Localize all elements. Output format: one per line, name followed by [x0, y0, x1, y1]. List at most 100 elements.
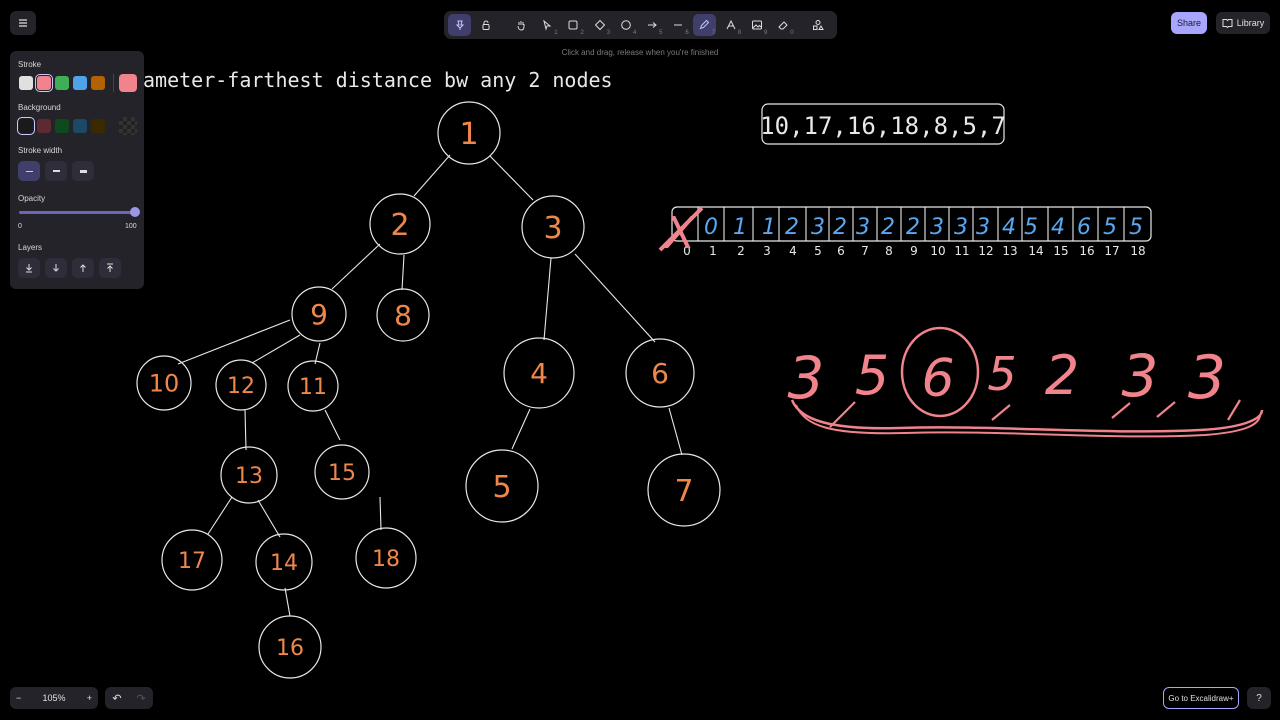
- stroke-color-white[interactable]: [19, 76, 33, 90]
- tool-eraser[interactable]: 0: [772, 14, 795, 36]
- array-index: 14: [1028, 244, 1043, 258]
- tool-hand[interactable]: [509, 14, 532, 36]
- line-icon: [674, 24, 683, 26]
- opacity-min: 0: [18, 223, 22, 230]
- tree-node-label: 3: [543, 211, 562, 246]
- scribble-number: 2: [1045, 344, 1079, 407]
- zoom-in-button[interactable]: +: [87, 693, 92, 703]
- bg-current-color[interactable]: [119, 117, 137, 135]
- array-index: 4: [789, 244, 797, 258]
- send-to-back-button[interactable]: [18, 258, 40, 278]
- scribble-number: 5: [987, 347, 1016, 401]
- undo-button[interactable]: ↶: [112, 692, 121, 705]
- tool-lock[interactable]: [448, 14, 472, 36]
- tool-image[interactable]: 9: [745, 14, 768, 36]
- array-value: 5: [1103, 215, 1117, 240]
- toolbar-divider: [798, 14, 804, 36]
- bg-color-green[interactable]: [55, 119, 69, 133]
- array-value: 2: [833, 215, 847, 240]
- array-value: 2: [881, 215, 895, 240]
- zoom-controls: − 105% +: [10, 687, 98, 709]
- tree-node-label: 14: [270, 551, 298, 576]
- redo-button[interactable]: ↷: [136, 692, 145, 705]
- array-value: 3: [976, 215, 990, 240]
- tool-line[interactable]: 6: [667, 14, 690, 36]
- canvas[interactable]: ameter-farthest distance bw any 2 nodes …: [0, 0, 1280, 720]
- array-index: 15: [1053, 244, 1068, 258]
- opacity-label: Opacity: [18, 194, 46, 203]
- tree-node: 15: [314, 444, 370, 500]
- tree-node-label: 7: [674, 474, 693, 509]
- bring-to-front-button[interactable]: [99, 258, 121, 278]
- tool-select[interactable]: 1: [536, 14, 559, 36]
- tool-text[interactable]: 8: [719, 14, 742, 36]
- tool-draw[interactable]: 7: [692, 14, 716, 36]
- scribble-number: 6: [921, 349, 954, 409]
- scribble-annotation: 3565233: [788, 326, 1264, 438]
- array-value: 1: [733, 215, 747, 240]
- tool-lock-alt[interactable]: [474, 14, 497, 36]
- sequence-box: 10,17,16,18,8,5,7: [760, 103, 1006, 145]
- array-value: 3: [930, 215, 944, 240]
- stroke-width-extra-bold[interactable]: [72, 161, 94, 181]
- stroke-color-pink[interactable]: [35, 74, 53, 92]
- tool-extra[interactable]: [807, 14, 830, 36]
- tree-node-label: 9: [310, 298, 328, 331]
- tree-node: 17: [161, 529, 223, 591]
- rectangle-icon: [568, 20, 578, 30]
- unlock-icon: [482, 20, 490, 30]
- shapes-icon: [813, 20, 825, 30]
- book-icon: [1222, 19, 1233, 28]
- stroke-color-blue[interactable]: [73, 76, 87, 90]
- tree-node: 13: [220, 446, 278, 504]
- help-button[interactable]: ?: [1247, 687, 1271, 709]
- library-button[interactable]: Library: [1216, 12, 1270, 34]
- stroke-color-green[interactable]: [55, 76, 69, 90]
- array-index: 5: [814, 244, 822, 258]
- tree-node-label: 18: [372, 547, 400, 572]
- bg-color-red[interactable]: [37, 119, 51, 133]
- array-index: 16: [1079, 244, 1094, 258]
- tool-ellipse[interactable]: 4: [614, 14, 637, 36]
- send-backward-button[interactable]: [45, 258, 67, 278]
- opacity-slider[interactable]: [19, 211, 135, 214]
- tree-node: 10: [136, 355, 192, 411]
- tool-diamond[interactable]: 3: [588, 14, 611, 36]
- stroke-width-label: Stroke width: [18, 146, 63, 155]
- opacity-slider-thumb[interactable]: [130, 207, 140, 217]
- tool-rectangle[interactable]: 2: [562, 14, 585, 36]
- sequence-text: 10,17,16,18,8,5,7: [760, 112, 1006, 140]
- stroke-color-orange[interactable]: [91, 76, 105, 90]
- tree-node: 9: [291, 286, 347, 342]
- array-value: 2: [906, 215, 920, 240]
- scribble-number: 5: [855, 344, 889, 407]
- zoom-level[interactable]: 105%: [42, 693, 65, 703]
- bring-forward-button[interactable]: [72, 258, 94, 278]
- bg-color-transparent[interactable]: [17, 117, 35, 135]
- stroke-width-bold[interactable]: [45, 161, 67, 181]
- tree-node-label: 8: [394, 299, 412, 332]
- pointer-icon: [543, 19, 552, 31]
- zoom-out-button[interactable]: −: [16, 693, 21, 703]
- bg-color-orange[interactable]: [91, 119, 105, 133]
- tree-node: 1: [437, 101, 501, 165]
- tree-node: 4: [503, 337, 575, 409]
- array-value: 5: [1024, 215, 1038, 240]
- share-button[interactable]: Share: [1171, 12, 1207, 34]
- bg-color-blue[interactable]: [73, 119, 87, 133]
- tree-node-label: 10: [149, 370, 180, 398]
- excalidraw-plus-button[interactable]: Go to Excalidraw+: [1163, 687, 1239, 709]
- background-label: Background: [18, 103, 61, 112]
- tool-arrow[interactable]: 5: [640, 14, 663, 36]
- stroke-current-color[interactable]: [119, 74, 137, 92]
- undo-redo: ↶ ↷: [105, 687, 153, 709]
- stroke-width-thin[interactable]: [18, 161, 40, 181]
- hamburger-icon: [19, 19, 27, 27]
- main-menu-button[interactable]: [10, 11, 36, 35]
- distance-array: 011232322333454655 0 1 2 3 4 5 6 7 8 9 10 11 12 13 14 1…: [658, 206, 1152, 259]
- array-index: 1: [709, 244, 717, 258]
- bring-to-front-icon: [107, 263, 113, 272]
- tree-node-label: 17: [178, 549, 206, 574]
- help-icon: ?: [1256, 692, 1262, 704]
- hand-icon: [517, 21, 525, 31]
